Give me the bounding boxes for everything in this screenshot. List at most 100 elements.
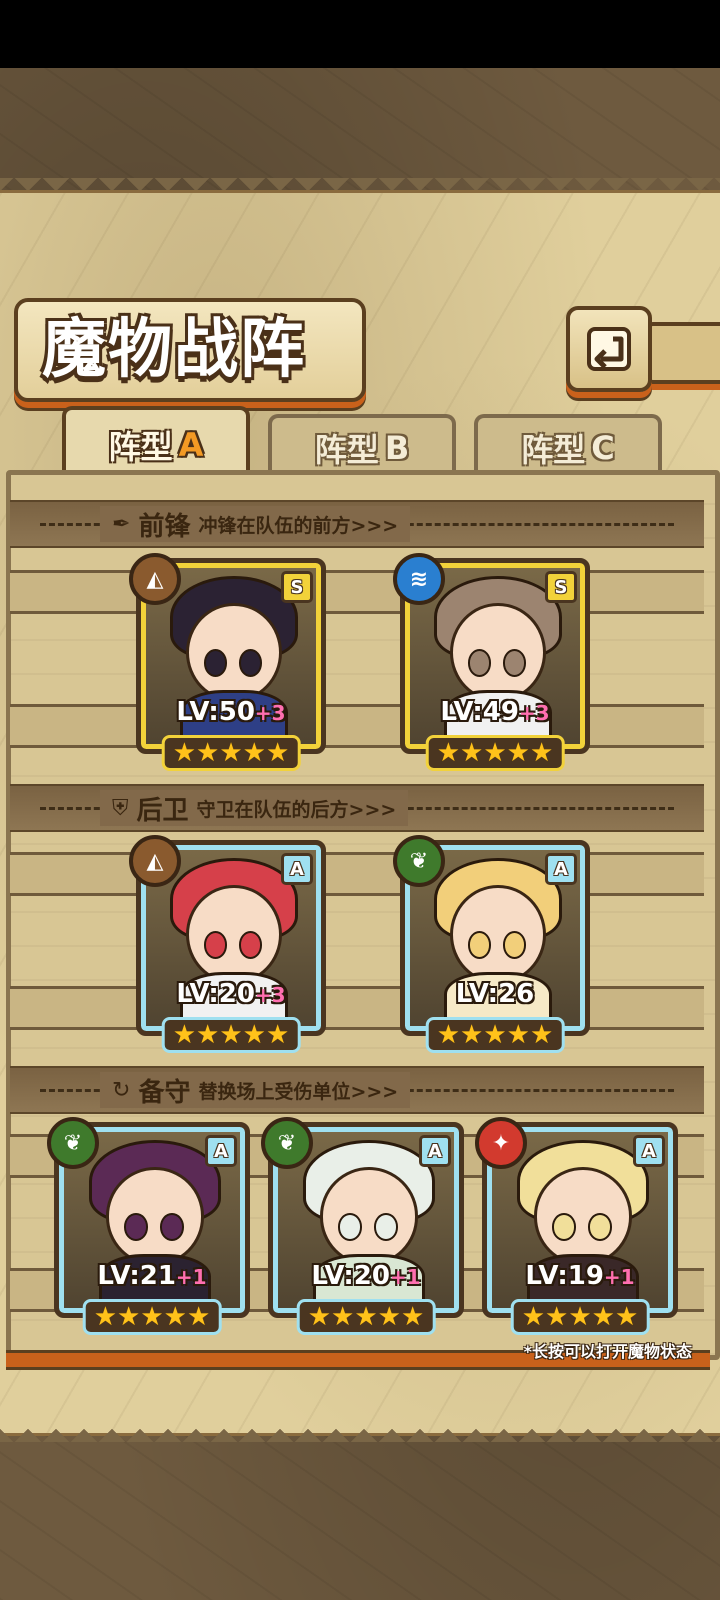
level-plus: +1 — [603, 1265, 635, 1289]
tab-letter: B — [384, 429, 410, 467]
level-value: LV:19 — [525, 1261, 604, 1291]
portrait-eye — [160, 1213, 185, 1241]
monster-card[interactable]: ◭ S LV:50+3 ★★★★★ — [129, 553, 326, 771]
element-earth-icon: ◭ — [129, 553, 181, 605]
section-desc: 替换场上受伤单位>>> — [198, 1080, 399, 1103]
tab-formation-c[interactable]: 阵型 C — [474, 414, 662, 478]
star-rating: ★★★★★ — [425, 1017, 565, 1053]
back-button[interactable] — [566, 306, 652, 392]
monster-card[interactable]: ❦ A LV:26 ★★★★★ — [393, 835, 590, 1053]
tab-letter: C — [591, 429, 615, 467]
portrait-eye — [503, 649, 527, 677]
level-plus: +3 — [254, 983, 286, 1007]
portrait-eye — [467, 649, 491, 677]
tab-formation-b[interactable]: 阵型 B — [268, 414, 456, 478]
level-plus: +1 — [389, 1265, 421, 1289]
monster-card[interactable]: ≋ S LV:49+3 ★★★★★ — [393, 553, 590, 771]
back-arrow-icon — [587, 327, 631, 371]
section-desc: 守卫在队伍的后方>>> — [196, 798, 397, 821]
element-water-icon: ≋ — [393, 553, 445, 605]
section-header: ⛨ 后卫 守卫在队伍的后方>>> — [100, 790, 409, 826]
element-fire-icon: ✦ — [475, 1117, 527, 1169]
level-value: LV:20 — [311, 1261, 390, 1291]
portrait-eye — [203, 931, 227, 959]
star-rating: ★★★★★ — [425, 735, 565, 771]
section-back: ⛨ 后卫 守卫在队伍的后方>>> — [10, 784, 704, 832]
level-value: LV:21 — [97, 1261, 176, 1291]
element-earth-icon: ◭ — [129, 835, 181, 887]
level-label: LV:21+1 — [59, 1261, 245, 1291]
level-label: LV:50+3 — [141, 697, 321, 727]
portrait-face — [533, 1166, 633, 1266]
monster-card[interactable]: ❦ A LV:21+1 ★★★★★ — [47, 1117, 250, 1335]
section-header: ↻ 备守 替换场上受伤单位>>> — [100, 1072, 411, 1108]
row-shelf — [10, 704, 704, 748]
portrait-face — [105, 1166, 205, 1266]
level-value: LV:20 — [176, 979, 255, 1009]
row-shelf — [10, 852, 704, 896]
portrait-eye — [551, 1213, 576, 1241]
portrait-eye — [123, 1213, 148, 1241]
portrait-eye — [467, 931, 491, 959]
level-plus: +3 — [518, 701, 550, 725]
level-label: LV:20+1 — [273, 1261, 459, 1291]
rank-badge: A — [545, 853, 577, 885]
status-bar — [0, 0, 720, 68]
portrait-eye — [588, 1213, 613, 1241]
element-nature-icon: ❦ — [393, 835, 445, 887]
section-name: 后卫 — [136, 795, 189, 826]
star-rating: ★★★★★ — [161, 1017, 301, 1053]
monster-card[interactable]: ◭ A LV:20+3 ★★★★★ — [129, 835, 326, 1053]
rank-badge: A — [419, 1135, 451, 1167]
section-reserve: ↻ 备守 替换场上受伤单位>>> — [10, 1066, 704, 1114]
level-value: LV:26 — [455, 979, 535, 1009]
tab-formation-a[interactable]: 阵型 A — [62, 406, 250, 480]
level-label: LV:19+1 — [487, 1261, 673, 1291]
star-rating: ★★★★★ — [161, 735, 301, 771]
level-label: LV:26 — [405, 979, 585, 1009]
torn-edge-bottom — [0, 1418, 720, 1442]
portrait-face — [186, 602, 282, 702]
element-nature-icon: ❦ — [261, 1117, 313, 1169]
tab-label: 阵型 — [521, 431, 586, 469]
monster-card[interactable]: ❦ A LV:20+1 ★★★★★ — [261, 1117, 464, 1335]
page-title: 魔物战阵 — [42, 312, 306, 387]
rank-badge: A — [205, 1135, 237, 1167]
rank-badge: A — [281, 853, 313, 885]
rank-badge: S — [545, 571, 577, 603]
level-plus: +1 — [175, 1265, 207, 1289]
tab-letter: A — [178, 426, 204, 464]
portrait-eye — [239, 931, 263, 959]
level-label: LV:49+3 — [405, 697, 585, 727]
portrait-face — [450, 602, 546, 702]
tab-label: 阵型 — [108, 428, 173, 466]
long-press-hint: *长按可以打开魔物状态 — [523, 1342, 692, 1361]
rank-badge: A — [633, 1135, 665, 1167]
section-name: 备守 — [138, 1077, 191, 1108]
portrait-eye — [337, 1213, 362, 1241]
level-value: LV:50 — [176, 697, 255, 727]
rank-badge: S — [281, 571, 313, 603]
portrait-face — [450, 884, 546, 984]
star-rating: ★★★★★ — [296, 1299, 436, 1335]
swap-icon: ↻ — [112, 1077, 131, 1103]
level-label: LV:20+3 — [141, 979, 321, 1009]
tab-label: 阵型 — [314, 431, 379, 469]
row-shelf — [10, 986, 704, 1030]
portrait-face — [186, 884, 282, 984]
element-nature-icon: ❦ — [47, 1117, 99, 1169]
section-front: ✒ 前锋 冲锋在队伍的前方>>> — [10, 500, 704, 548]
portrait-eye — [203, 649, 227, 677]
back-button-rail — [645, 322, 720, 384]
sword-icon: ✒ — [112, 511, 131, 537]
portrait-eye — [239, 649, 263, 677]
level-value: LV:49 — [440, 697, 519, 727]
title-plate: 魔物战阵 — [14, 298, 366, 402]
star-rating: ★★★★★ — [82, 1299, 222, 1335]
star-rating: ★★★★★ — [510, 1299, 650, 1335]
portrait-face — [319, 1166, 419, 1266]
level-plus: +3 — [254, 701, 286, 725]
section-name: 前锋 — [138, 511, 191, 542]
portrait-eye — [374, 1213, 399, 1241]
monster-card[interactable]: ✦ A LV:19+1 ★★★★★ — [475, 1117, 678, 1335]
